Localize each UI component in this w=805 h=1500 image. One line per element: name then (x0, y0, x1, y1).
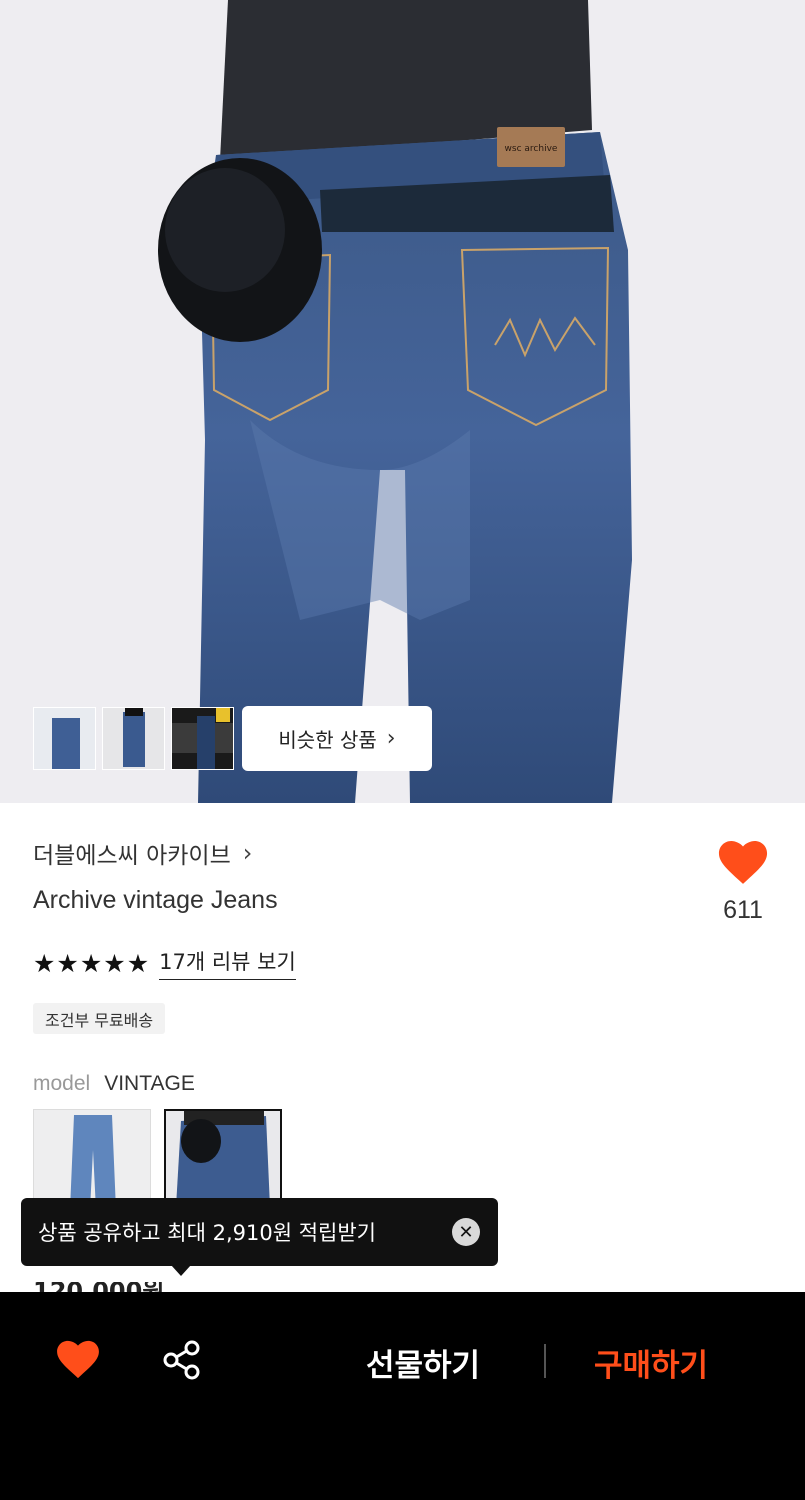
buy-button[interactable]: 구매하기 (594, 1340, 708, 1385)
heart-icon (718, 841, 768, 884)
variant-option-2[interactable] (164, 1109, 282, 1209)
product-hero-image[interactable]: wsc archive 비슷한 상품 › (0, 0, 805, 803)
brand-link[interactable]: 더블에스씨 아카이브 › (33, 836, 252, 870)
close-icon[interactable]: ✕ (452, 1218, 480, 1246)
model-label: model (33, 1072, 91, 1095)
chevron-right-icon: › (242, 839, 253, 867)
tooltip-text: 상품 공유하고 최대 2,910원 적립받기 (38, 1221, 376, 1245)
product-title: Archive vintage Jeans (33, 886, 278, 914)
similar-products-button[interactable]: 비슷한 상품 › (242, 706, 432, 771)
jeans-photo: wsc archive (158, 0, 632, 803)
model-row: model VINTAGE (33, 1072, 195, 1096)
shipping-badge: 조건부 무료배송 (33, 1003, 166, 1034)
svg-text:wsc archive: wsc archive (505, 144, 558, 154)
similar-products-label: 비슷한 상품 (278, 728, 377, 752)
reviews-link[interactable]: 17개 리뷰 보기 (159, 946, 296, 980)
price-peek: 120,000원 (33, 1282, 164, 1292)
like-count: 611 (723, 896, 763, 924)
bottom-action-bar (0, 1292, 805, 1500)
brand-name: 더블에스씨 아카이브 (33, 843, 231, 869)
thumbnail-1[interactable] (33, 707, 96, 770)
like-button[interactable]: 611 (712, 840, 774, 925)
bottom-like-button[interactable] (55, 1340, 101, 1384)
variant-selector (33, 1109, 282, 1209)
variant-option-1[interactable] (33, 1109, 151, 1209)
gift-button[interactable]: 선물하기 (366, 1340, 480, 1385)
star-icon: ★ (126, 948, 150, 978)
thumbnail-3[interactable] (171, 707, 234, 770)
star-icon: ★ (103, 948, 126, 978)
model-value: VINTAGE (104, 1072, 195, 1095)
rating-stars: ★ ★ ★ ★ ★ (33, 951, 149, 976)
rating-row: ★ ★ ★ ★ ★ 17개 리뷰 보기 (33, 946, 296, 980)
thumbnail-2[interactable] (102, 707, 165, 770)
share-button[interactable] (161, 1339, 203, 1385)
chevron-right-icon: › (386, 726, 396, 751)
divider (544, 1344, 546, 1378)
star-icon: ★ (79, 948, 103, 978)
tooltip-arrow (171, 1265, 191, 1276)
share-reward-tooltip: 상품 공유하고 최대 2,910원 적립받기 ✕ (21, 1198, 498, 1276)
star-icon: ★ (33, 948, 56, 978)
heart-icon (57, 1340, 99, 1379)
share-icon (163, 1340, 200, 1380)
star-icon: ★ (56, 948, 79, 978)
